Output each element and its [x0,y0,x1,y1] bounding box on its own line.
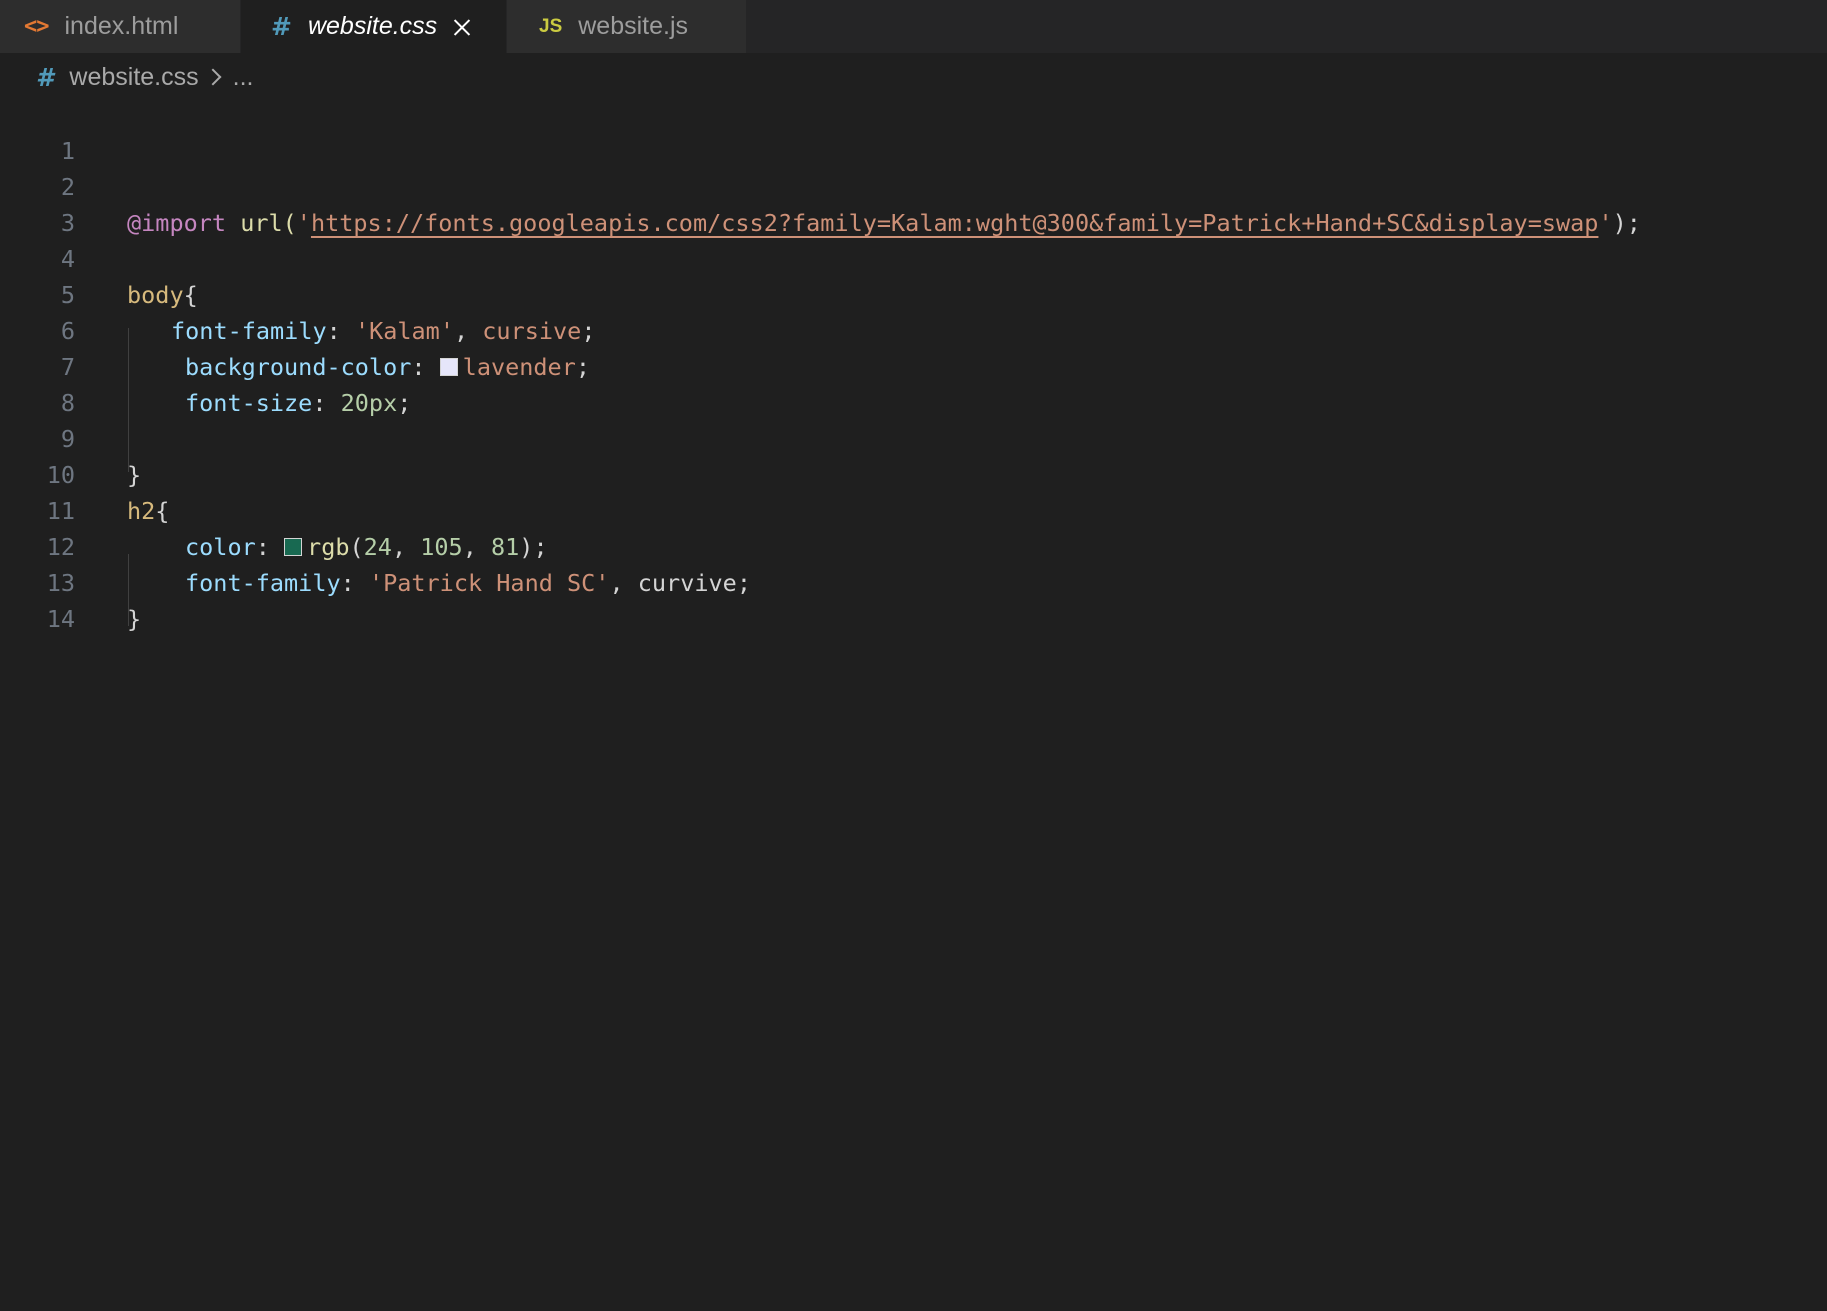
breadcrumb-file[interactable]: website.css [69,63,198,92]
tab-label: index.html [64,12,179,40]
tab-website-js[interactable]: JS website.js [507,0,747,53]
tab-website-css[interactable]: # website.css [241,0,507,53]
code-line: 3 [0,169,1827,237]
chevron-right-icon [204,68,222,86]
code-editor[interactable]: 1 2 @import url('https://fonts.googleapi… [0,97,1827,1311]
code-line: 1 [0,97,1827,165]
code-line: 10 h2{ [0,421,1827,525]
code-line: 5 font-family: 'Kalam', cursive; [0,241,1827,345]
breadcrumb-symbols[interactable]: ... [233,63,254,92]
code-line: 12 font-family: 'Patrick Hand SC', curvi… [0,493,1827,597]
close-icon[interactable] [451,16,473,38]
code-line: 8 [0,349,1827,417]
tab-label: website.css [307,12,438,40]
html-file-icon: <> [24,14,49,39]
code-line: 9 } [0,385,1827,489]
code-line: 14 [0,565,1827,633]
code-line: 2 @import url('https://fonts.googleapis.… [0,133,1827,237]
line-number: 14 [46,605,75,633]
code-line: 4 body{ [0,205,1827,309]
breadcrumb: # website.css ... [36,58,253,96]
editor-tab-bar: <> index.html # website.css JS website.j… [0,0,1827,53]
punctuation: } [127,605,142,633]
code-line: 6 background-color: lavender; [0,277,1827,381]
css-file-icon: # [271,12,292,41]
code-line: 7 font-size: 20px; [0,313,1827,417]
code-text: } [127,601,141,637]
tab-index-html[interactable]: <> index.html [0,0,241,53]
code-line: 13 } [0,529,1827,633]
code-line: 11 color: rgb(24, 105, 81); [0,457,1827,561]
tab-label: website.js [578,12,689,40]
js-file-icon: JS [539,15,563,37]
css-file-icon: # [36,62,54,92]
